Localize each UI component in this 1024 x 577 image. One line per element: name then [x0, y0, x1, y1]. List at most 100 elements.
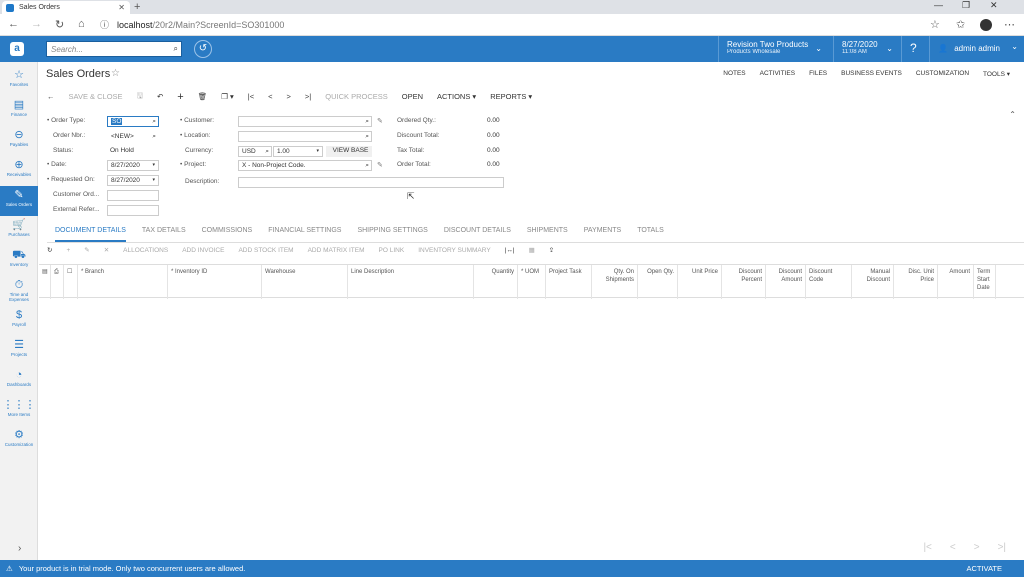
column-header-branch[interactable]: * Branch: [78, 265, 168, 299]
customer-field[interactable]: ⌕: [238, 116, 372, 127]
save-close-button[interactable]: SAVE & CLOSE: [69, 92, 123, 101]
column-header-project-task[interactable]: Project Task: [546, 265, 592, 299]
tab-commissions[interactable]: COMMISSIONS: [202, 223, 253, 242]
page-link-notes[interactable]: NOTES: [723, 70, 745, 78]
minimize-icon[interactable]: —: [934, 0, 943, 10]
description-field[interactable]: [238, 177, 504, 188]
export-excel-icon[interactable]: ▦: [529, 246, 535, 254]
favorite-star-icon[interactable]: ☆: [111, 68, 120, 79]
reload-icon[interactable]: ↻: [55, 18, 64, 31]
upload-icon[interactable]: ⇪: [549, 246, 554, 254]
lookup-icon[interactable]: ⌕: [365, 161, 369, 170]
page-link-tools[interactable]: TOOLS ▾: [983, 70, 1010, 78]
acumatica-logo[interactable]: a: [10, 42, 24, 56]
column-header-open-qty[interactable]: Open Qty.: [638, 265, 678, 299]
sidebar-item-time-and-expenses[interactable]: ⏱ Time and Expenses: [0, 276, 38, 306]
external-ref-field[interactable]: [107, 205, 159, 216]
recent-history-icon[interactable]: ↺: [194, 40, 212, 58]
tab-financial-settings[interactable]: FINANCIAL SETTINGS: [268, 223, 341, 242]
lookup-icon[interactable]: ⌕: [265, 147, 269, 156]
sidebar-item-receivables[interactable]: ⊕ Receivables: [0, 156, 38, 186]
po-link-button[interactable]: PO LINK: [379, 247, 405, 254]
column-header-disc-unit-price[interactable]: Disc. Unit Price: [894, 265, 938, 299]
last-page-icon[interactable]: >|: [998, 542, 1006, 553]
add-icon[interactable]: +: [177, 91, 183, 103]
lookup-icon[interactable]: ⌕: [152, 117, 156, 126]
tab-shipping-settings[interactable]: SHIPPING SETTINGS: [357, 223, 427, 242]
sidebar-item-finance[interactable]: ▤ Finance: [0, 96, 38, 126]
page-link-files[interactable]: FILES: [809, 70, 827, 78]
sidebar-item-payroll[interactable]: $ Payroll: [0, 306, 38, 336]
rate-field[interactable]: 1.00 ▾: [273, 146, 323, 157]
sidebar-item-purchases[interactable]: 🛒 Purchases: [0, 216, 38, 246]
open-button[interactable]: OPEN: [402, 92, 423, 101]
previous-record-icon[interactable]: <: [268, 92, 272, 101]
page-link-customization[interactable]: CUSTOMIZATION: [916, 70, 969, 78]
tab-payments[interactable]: PAYMENTS: [584, 223, 621, 242]
dropdown-icon[interactable]: ▾: [152, 176, 155, 185]
sidebar-item-favorites[interactable]: ☆ Favorites: [0, 66, 38, 96]
reports-menu[interactable]: REPORTS ▾: [490, 92, 532, 101]
new-tab-icon[interactable]: +: [134, 1, 140, 13]
dropdown-icon[interactable]: ▾: [316, 147, 319, 156]
lookup-icon[interactable]: ⌕: [365, 117, 369, 126]
next-page-icon[interactable]: >: [974, 542, 980, 553]
back-icon[interactable]: ←: [8, 18, 19, 30]
tab-tax-details[interactable]: TAX DETAILS: [142, 223, 186, 242]
close-window-icon[interactable]: ✕: [990, 0, 998, 11]
column-header-quantity[interactable]: Quantity: [474, 265, 518, 299]
profile-avatar[interactable]: [980, 19, 992, 31]
order-type-field[interactable]: SO ⌕: [107, 116, 159, 127]
refresh-icon[interactable]: ↻: [47, 246, 52, 254]
first-page-icon[interactable]: |<: [923, 542, 931, 553]
tab-shipments[interactable]: SHIPMENTS: [527, 223, 568, 242]
column-header-unit-price[interactable]: Unit Price: [678, 265, 722, 299]
search-input[interactable]: Search... ⌕: [46, 41, 182, 57]
column-header-manual-discount[interactable]: Manual Discount: [852, 265, 894, 299]
home-icon[interactable]: ⌂: [78, 18, 85, 30]
column-header-discount-code[interactable]: Discount Code: [806, 265, 852, 299]
grid-settings-icon[interactable]: ▤: [39, 265, 51, 299]
delete-row-icon[interactable]: ✕: [104, 246, 109, 254]
next-record-icon[interactable]: >: [287, 92, 291, 101]
column-header-term-start-date[interactable]: Term Start Date: [974, 265, 996, 299]
tab-document-details[interactable]: DOCUMENT DETAILS: [55, 223, 126, 242]
sidebar-item-sales-orders[interactable]: ✎ Sales Orders: [0, 186, 38, 216]
expand-sidebar-icon[interactable]: ›: [18, 543, 21, 554]
sidebar-item-dashboards[interactable]: ◔ Dashboards: [0, 366, 38, 396]
url-field[interactable]: ⓘ localhost /20r2/Main?ScreenId=SO301000: [100, 16, 950, 33]
date-field[interactable]: 8/27/2020 ▾: [107, 160, 159, 171]
edit-row-icon[interactable]: ✎: [84, 246, 89, 254]
tab-discount-details[interactable]: DISCOUNT DETAILS: [444, 223, 511, 242]
add-matrix-item-button[interactable]: ADD MATRIX ITEM: [308, 247, 365, 254]
fit-columns-icon[interactable]: |↔|: [505, 247, 515, 254]
forward-icon[interactable]: →: [31, 18, 42, 30]
last-record-icon[interactable]: >|: [305, 92, 311, 101]
edit-project-icon[interactable]: ✎: [377, 161, 383, 169]
customer-ord-field[interactable]: [107, 190, 159, 201]
column-header-qty-on-shipments[interactable]: Qty. On Shipments: [592, 265, 638, 299]
view-base-button[interactable]: VIEW BASE: [326, 146, 372, 157]
currency-field[interactable]: USD ⌕: [238, 146, 272, 157]
dropdown-icon[interactable]: ▾: [152, 161, 155, 170]
save-icon[interactable]: 🖫: [137, 90, 143, 103]
company-selector[interactable]: Revision Two Products Products Wholesale…: [718, 36, 830, 62]
date-selector[interactable]: 8/27/2020 11:08 AM ⌄: [833, 36, 899, 62]
delete-icon[interactable]: 🗑: [198, 92, 208, 101]
browser-tab[interactable]: Sales Orders ✕: [2, 1, 130, 14]
requested-on-field[interactable]: 8/27/2020 ▾: [107, 175, 159, 186]
page-link-business-events[interactable]: BUSINESS EVENTS: [841, 70, 902, 78]
add-invoice-button[interactable]: ADD INVOICE: [182, 247, 224, 254]
sidebar-item-customization[interactable]: ⚙ Customization: [0, 426, 38, 456]
column-header-inventory-id[interactable]: * Inventory ID: [168, 265, 262, 299]
sidebar-item-projects[interactable]: ☰ Projects: [0, 336, 38, 366]
close-tab-icon[interactable]: ✕: [118, 3, 125, 12]
add-row-icon[interactable]: +: [66, 247, 70, 254]
undo-icon[interactable]: ↶: [157, 92, 163, 101]
order-nbr-field[interactable]: <NEW> ⌕: [107, 131, 159, 142]
lookup-icon[interactable]: ⌕: [152, 132, 156, 141]
column-header-warehouse[interactable]: Warehouse: [262, 265, 348, 299]
previous-page-icon[interactable]: <: [950, 542, 956, 553]
lookup-icon[interactable]: ⌕: [365, 132, 369, 141]
user-menu[interactable]: 👤 admin admin ⌄: [929, 36, 1024, 62]
